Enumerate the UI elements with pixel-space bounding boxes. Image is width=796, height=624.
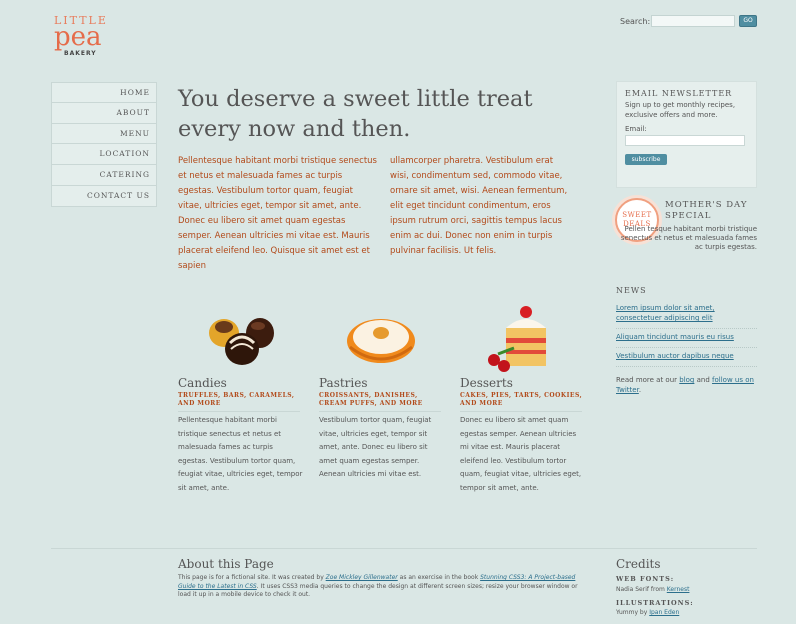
food-description: Pellentesque habitant morbi tristique se…: [178, 416, 303, 492]
search-label: Search:: [620, 17, 651, 26]
news-link[interactable]: Vestibulum auctor dapibus neque: [616, 348, 757, 367]
nav-item-location[interactable]: LOCATION: [51, 144, 157, 166]
nav-item-menu[interactable]: MENU: [51, 123, 157, 145]
food-card-desserts: Desserts CAKES, PIES, TARTS, COOKIES, AN…: [460, 376, 586, 495]
newsletter-title: EMAIL NEWSLETTER: [625, 89, 733, 98]
search-button[interactable]: GO: [739, 15, 757, 27]
food-description: Vestibulum tortor quam, feugiat vitae, u…: [319, 416, 432, 478]
news-list: Lorem ipsum dolor sit amet, consectetuer…: [616, 300, 757, 367]
newsletter-description: Sign up to get monthly recipes, exclusiv…: [625, 101, 736, 119]
author-link[interactable]: Zoe Mickley Gillenwater: [326, 574, 398, 581]
logo-pea: pea: [54, 22, 102, 52]
special-title-line-2: SPECIAL: [665, 211, 712, 221]
news-link[interactable]: Aliquam tincidunt mauris eu risus: [616, 329, 757, 348]
illustrator-link[interactable]: Ipan Eden: [649, 609, 679, 616]
nav-item-home[interactable]: HOME: [51, 82, 157, 103]
special-title: MOTHER'S DAY SPECIAL: [665, 200, 747, 222]
email-label: Email:: [625, 125, 647, 133]
badge-line-1: SWEET: [622, 211, 652, 219]
subscribe-button[interactable]: subscribe: [625, 154, 667, 165]
hero-line-1: You deserve a sweet little treat: [178, 86, 533, 112]
news-title: NEWS: [616, 286, 647, 295]
food-title: Pastries: [319, 376, 368, 390]
food-subtitle: CAKES, PIES, TARTS, COOKIES, AND MORE: [460, 392, 583, 407]
food-title: Desserts: [460, 376, 513, 390]
blog-link[interactable]: blog: [679, 376, 694, 384]
credits-illustrations-text: Yummy by Ipan Eden: [616, 609, 679, 616]
nav-item-contact[interactable]: CONTACT US: [51, 185, 157, 207]
email-field[interactable]: [625, 135, 745, 146]
about-text: This page is for a fictional site. It wa…: [178, 574, 588, 600]
food-description: Donec eu libero sit amet quam egestas se…: [460, 416, 582, 492]
about-text-2: as an exercise in the book: [399, 574, 479, 581]
special-title-line-1: MOTHER'S DAY: [665, 200, 748, 210]
news-more-text: Read more at our: [616, 376, 678, 384]
intro-column-1: Pellentesque habitant morbi tristique se…: [178, 156, 377, 271]
food-subtitle: CROISSANTS, DANISHES, CREAM PUFFS, AND M…: [319, 392, 423, 407]
about-text-1: This page is for a fictional site. It wa…: [178, 574, 324, 581]
food-title: Candies: [178, 376, 227, 390]
divider: [178, 411, 300, 412]
hero-heading: You deserve a sweet little treat every n…: [178, 84, 598, 144]
nav-item-catering[interactable]: CATERING: [51, 165, 157, 186]
newsletter-box: EMAIL NEWSLETTER Sign up to get monthly …: [616, 81, 757, 188]
candies-illustration: [209, 318, 274, 365]
pastries-illustration: [347, 319, 415, 363]
news-more: Read more at our blog and follow us on T…: [616, 375, 757, 395]
search-input[interactable]: [651, 15, 735, 27]
hero-line-2: every now and then.: [178, 116, 411, 142]
food-subtitle: TRUFFLES, BARS, CARAMELS, AND MORE: [178, 392, 295, 407]
desserts-illustration: [488, 306, 546, 372]
credits-illustrations-label: Yummy by: [616, 609, 648, 616]
divider: [319, 411, 441, 412]
news-and: and: [696, 376, 710, 384]
news-period: .: [638, 386, 642, 394]
about-title: About this Page: [178, 557, 274, 571]
credits-fonts-label: Nadia Serif from: [616, 586, 665, 593]
intro-column-2: ullamcorper pharetra. Vestibulum erat wi…: [390, 156, 568, 256]
divider: [460, 411, 582, 412]
credits-fonts-text: Nadia Serif from Kernest: [616, 586, 689, 593]
main-nav: HOME ABOUT MENU LOCATION CATERING CONTAC…: [51, 82, 157, 207]
credits-fonts-heading: WEB FONTS:: [616, 575, 675, 583]
credits-title: Credits: [616, 557, 661, 571]
food-card-candies: Candies TRUFFLES, BARS, CARAMELS, AND MO…: [178, 376, 304, 495]
kernest-link[interactable]: Kernest: [667, 586, 690, 593]
logo-bakery: BAKERY: [64, 50, 97, 57]
credits-illustrations-heading: ILLUSTRATIONS:: [616, 599, 694, 607]
food-card-pastries: Pastries CROISSANTS, DANISHES, CREAM PUF…: [319, 376, 445, 482]
logo[interactable]: LITTLE pea BAKERY: [54, 14, 114, 60]
nav-item-about[interactable]: ABOUT: [51, 102, 157, 124]
page: LITTLE pea BAKERY Search: GO HOME ABOUT …: [0, 0, 796, 624]
news-link[interactable]: Lorem ipsum dolor sit amet, consectetuer…: [616, 300, 757, 329]
footer-divider: [51, 548, 757, 549]
special-description: Pellen tesque habitant morbi tristique s…: [620, 225, 757, 251]
